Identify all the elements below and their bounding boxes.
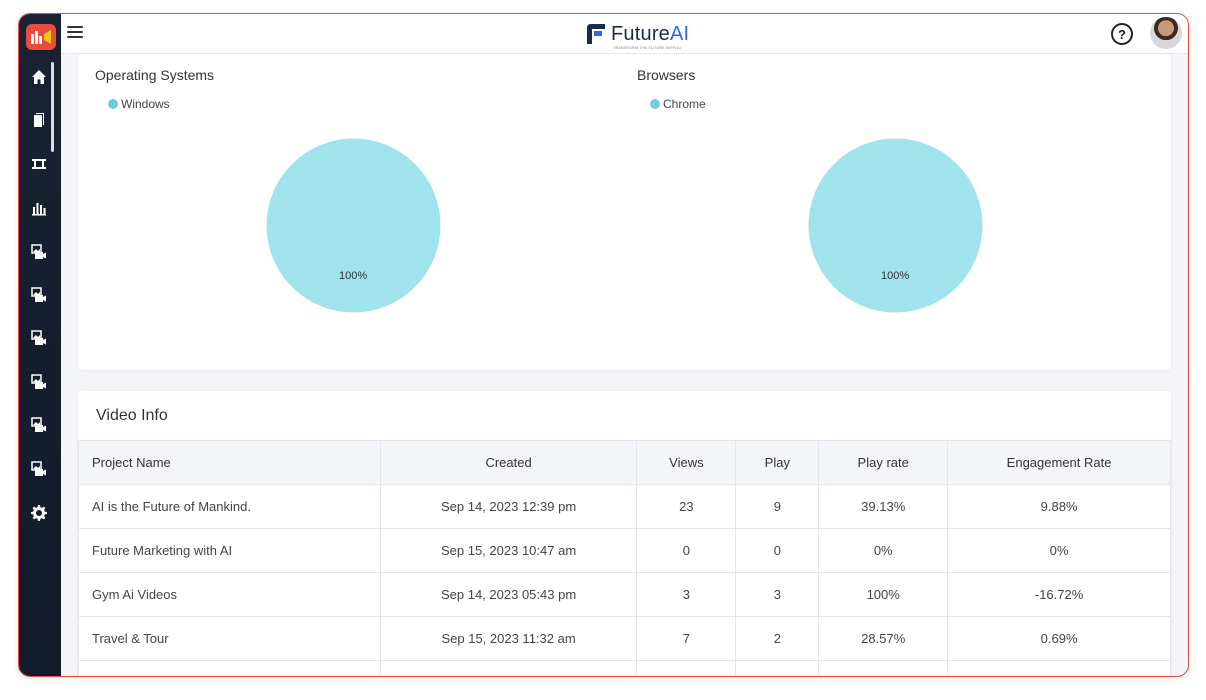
cell-play: 2	[735, 616, 820, 661]
browsers-pie-label: 100%	[881, 270, 910, 282]
video-info-title: Video Info	[96, 407, 168, 424]
top-bar: FutureAI TRANSFORM THE FUTURE WITH AI ?	[61, 14, 1188, 54]
cell-views: 3	[636, 572, 737, 617]
table-row[interactable]: AI is the Future of Mankind. Sep 14, 202…	[78, 484, 1171, 529]
cell-views: 0	[636, 528, 737, 573]
browsers-chart-title: Browsers	[637, 67, 696, 83]
cell-engagement-rate: 0%	[947, 528, 1171, 573]
video-info-table: Project Name Created Views Play Play rat…	[78, 440, 1171, 676]
help-button[interactable]: ?	[1111, 23, 1133, 45]
cell-created	[379, 660, 638, 676]
os-pie-label: 100%	[339, 270, 368, 282]
document-icon[interactable]	[29, 110, 49, 130]
cell-play-rate: 28.57%	[818, 616, 949, 661]
cell-play: 0	[735, 528, 820, 573]
table-row[interactable]: Future Marketing with AI Sep 15, 2023 10…	[78, 528, 1171, 573]
browsers-legend[interactable]: Chrome	[650, 97, 706, 111]
cell-play-rate: 0%	[818, 528, 949, 573]
browsers-pie-slice-chrome[interactable]	[808, 138, 983, 313]
cell-play: 3	[735, 572, 820, 617]
legend-dot-icon	[650, 99, 660, 109]
browsers-legend-label: Chrome	[663, 97, 706, 111]
brand-name: FutureAI	[611, 22, 690, 45]
cell-play: 9	[735, 484, 820, 529]
bar-chart-icon[interactable]	[29, 198, 49, 218]
cell-views: 7	[636, 616, 737, 661]
os-pie-slice-windows[interactable]	[266, 138, 441, 313]
column-header-play[interactable]: Play	[735, 440, 820, 485]
table-row[interactable]	[78, 660, 1171, 676]
app-logo-icon[interactable]	[26, 24, 56, 50]
menu-toggle-icon[interactable]	[67, 26, 83, 40]
cell-project-name	[78, 660, 381, 676]
cell-project-name: Future Marketing with AI	[78, 528, 381, 573]
sidebar-scrollbar[interactable]	[51, 62, 54, 152]
cell-play-rate: 39.13%	[818, 484, 949, 529]
column-header-created[interactable]: Created	[379, 440, 638, 485]
os-chart-title: Operating Systems	[95, 67, 215, 83]
table-header-row: Project Name Created Views Play Play rat…	[78, 440, 1171, 485]
os-pie-chart	[266, 138, 441, 313]
cell-project-name: Gym Ai Videos	[78, 572, 381, 617]
cell-created: Sep 14, 2023 05:43 pm	[379, 572, 638, 617]
column-header-play-rate[interactable]: Play rate	[818, 440, 949, 485]
browsers-pie-chart	[808, 138, 983, 313]
video-info-card: Video Info Project Name Created Views Pl…	[78, 391, 1171, 676]
column-header-project-name[interactable]: Project Name	[78, 440, 381, 485]
brand-mark-icon	[585, 22, 607, 46]
cell-created: Sep 14, 2023 12:39 pm	[379, 484, 638, 529]
legend-dot-icon	[108, 99, 118, 109]
video-image-icon[interactable]	[29, 415, 49, 435]
home-icon[interactable]	[29, 67, 49, 87]
os-legend[interactable]: Windows	[108, 97, 170, 111]
gear-icon[interactable]	[29, 503, 49, 523]
video-image-icon[interactable]	[29, 459, 49, 479]
cell-engagement-rate: -16.72%	[947, 572, 1171, 617]
video-image-icon[interactable]	[29, 372, 49, 392]
sidebar	[19, 14, 61, 676]
cell-views: 23	[636, 484, 737, 529]
brand-tagline: TRANSFORM THE FUTURE WITH AI	[613, 45, 681, 50]
cell-play-rate: 100%	[818, 572, 949, 617]
cell-engagement-rate: 0.69%	[947, 616, 1171, 661]
avatar[interactable]	[1150, 17, 1182, 49]
app-window: FutureAI TRANSFORM THE FUTURE WITH AI ? …	[18, 13, 1189, 677]
cell-project-name: AI is the Future of Mankind.	[78, 484, 381, 529]
table-row[interactable]: Travel & Tour Sep 15, 2023 11:32 am 7 2 …	[78, 616, 1171, 661]
table-row[interactable]: Gym Ai Videos Sep 14, 2023 05:43 pm 3 3 …	[78, 572, 1171, 617]
cell-created: Sep 15, 2023 10:47 am	[379, 528, 638, 573]
cell-play-rate	[818, 660, 949, 676]
video-strip-icon[interactable]	[29, 154, 49, 174]
cell-engagement-rate: 9.88%	[947, 484, 1171, 529]
os-legend-label: Windows	[121, 97, 170, 111]
charts-card: Operating Systems Windows 100% Browsers …	[78, 54, 1171, 370]
video-image-icon[interactable]	[29, 242, 49, 262]
column-header-engagement-rate[interactable]: Engagement Rate	[947, 440, 1171, 485]
video-image-icon[interactable]	[29, 328, 49, 348]
column-header-views[interactable]: Views	[636, 440, 737, 485]
cell-project-name: Travel & Tour	[78, 616, 381, 661]
cell-play	[735, 660, 820, 676]
cell-created: Sep 15, 2023 11:32 am	[379, 616, 638, 661]
brand-logo[interactable]: FutureAI TRANSFORM THE FUTURE WITH AI	[585, 20, 690, 50]
video-image-icon[interactable]	[29, 285, 49, 305]
cell-views	[636, 660, 737, 676]
cell-engagement-rate	[947, 660, 1171, 676]
